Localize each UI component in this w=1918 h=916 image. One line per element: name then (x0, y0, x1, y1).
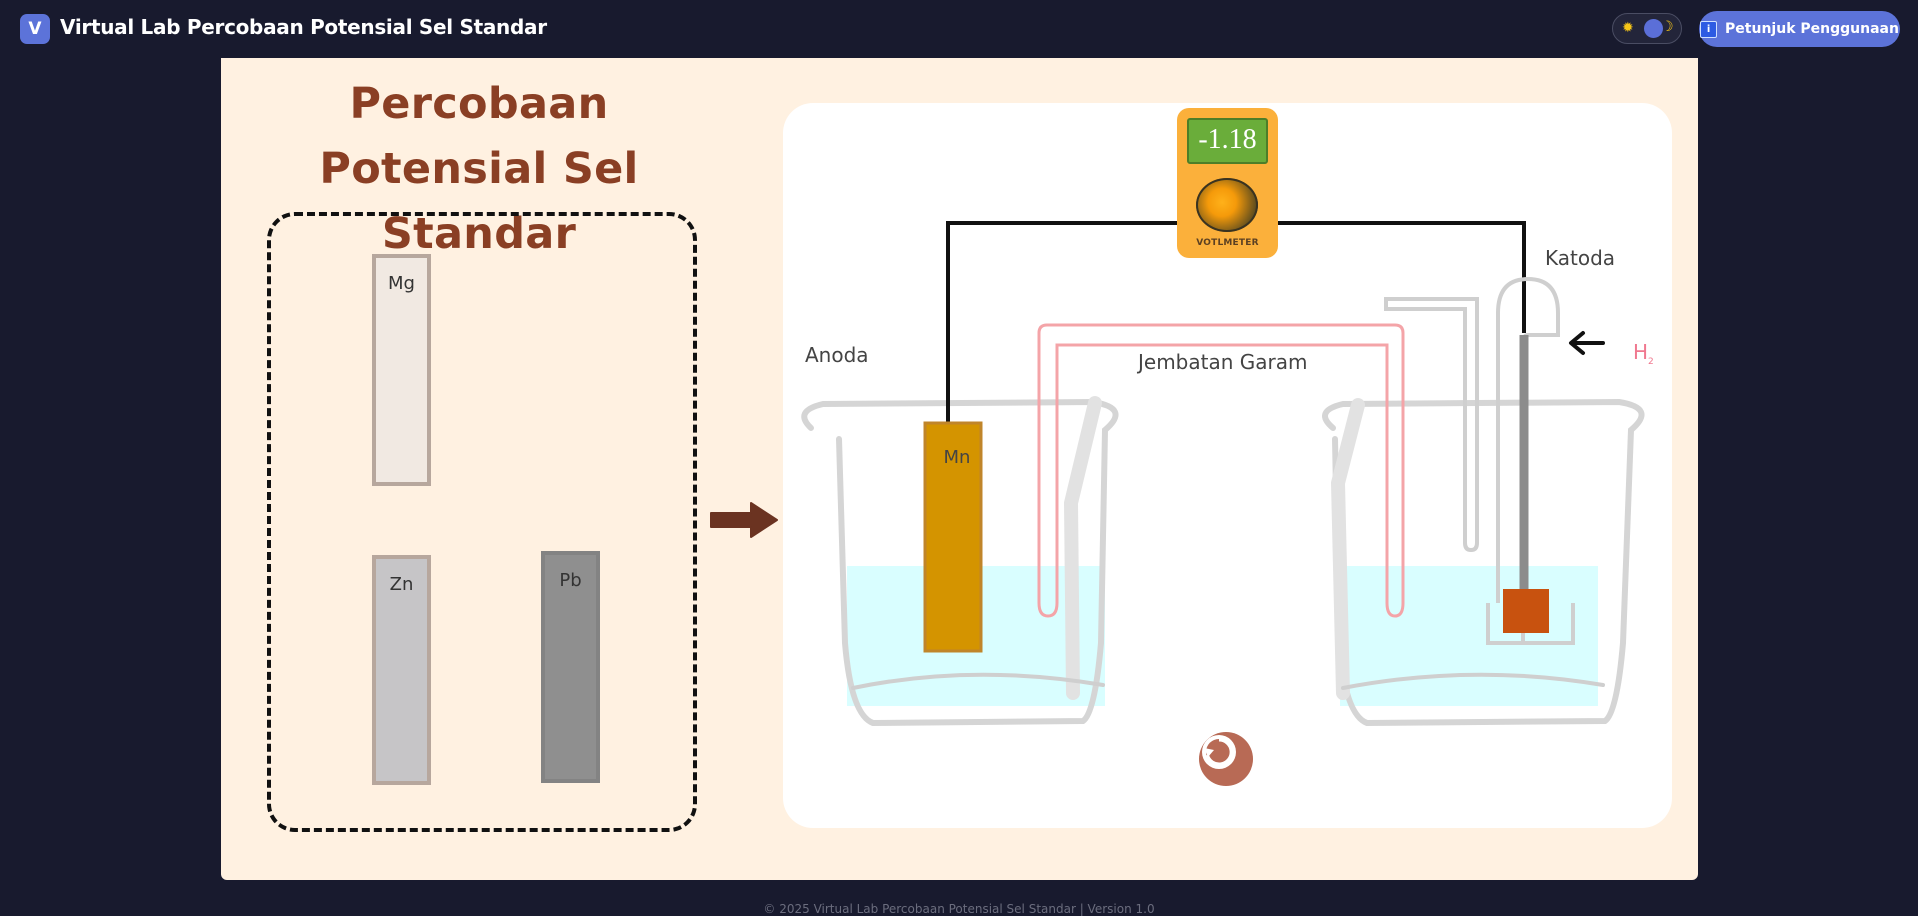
cathode-electrode-plate (1503, 589, 1549, 633)
info-icon: i (1700, 20, 1718, 38)
app-title: Virtual Lab Percobaan Potensial Sel Stan… (60, 15, 547, 39)
metal-rod-mg[interactable]: Mg (372, 254, 431, 486)
cathode-label: Katoda (1545, 246, 1616, 270)
voltmeter-label: VOTLMETER (1196, 238, 1259, 248)
footer-text: © 2025 Virtual Lab Percobaan Potensial S… (763, 902, 1155, 916)
main-panel: Percobaan Potensial Sel Standar Mg Zn Pb (221, 58, 1698, 880)
help-button-label: Petunjuk Penggunaan (1725, 21, 1899, 37)
app-logo: V (20, 14, 50, 44)
sun-icon: ✹ (1622, 20, 1634, 36)
anode-label: Anoda (805, 343, 869, 367)
reset-icon (1202, 735, 1236, 769)
help-button[interactable]: i Petunjuk Penggunaan (1699, 11, 1900, 47)
theme-toggle[interactable]: ✹ ☽ (1612, 13, 1682, 44)
heading-line-1: Percobaan (349, 79, 609, 129)
metal-rod-zn[interactable]: Zn (372, 555, 431, 785)
voltmeter: -1.18 VOTLMETER (1177, 108, 1278, 258)
anode-wire (946, 221, 1177, 423)
salt-bridge-label: Jembatan Garam (1138, 350, 1308, 374)
voltmeter-dial (1196, 178, 1258, 232)
metal-selection-box (267, 212, 697, 832)
voltmeter-display: -1.18 (1187, 118, 1268, 164)
anode-metal-label: Mn (943, 447, 971, 468)
hydrogen-gas-label: H2 (1633, 340, 1654, 367)
arrow-right-icon (710, 502, 778, 538)
cathode-wire (1278, 221, 1526, 333)
top-bar: V Virtual Lab Percobaan Potensial Sel St… (0, 0, 1918, 58)
reset-button[interactable] (1199, 732, 1253, 786)
metal-rod-pb[interactable]: Pb (541, 551, 600, 783)
cathode-solution (1340, 566, 1598, 706)
lab-area: Anoda Katoda Jembatan Garam Mn H2 -1.18 … (783, 103, 1672, 828)
moon-icon: ☽ (1661, 19, 1674, 35)
h2-inlet-arrow-icon (1569, 331, 1605, 355)
